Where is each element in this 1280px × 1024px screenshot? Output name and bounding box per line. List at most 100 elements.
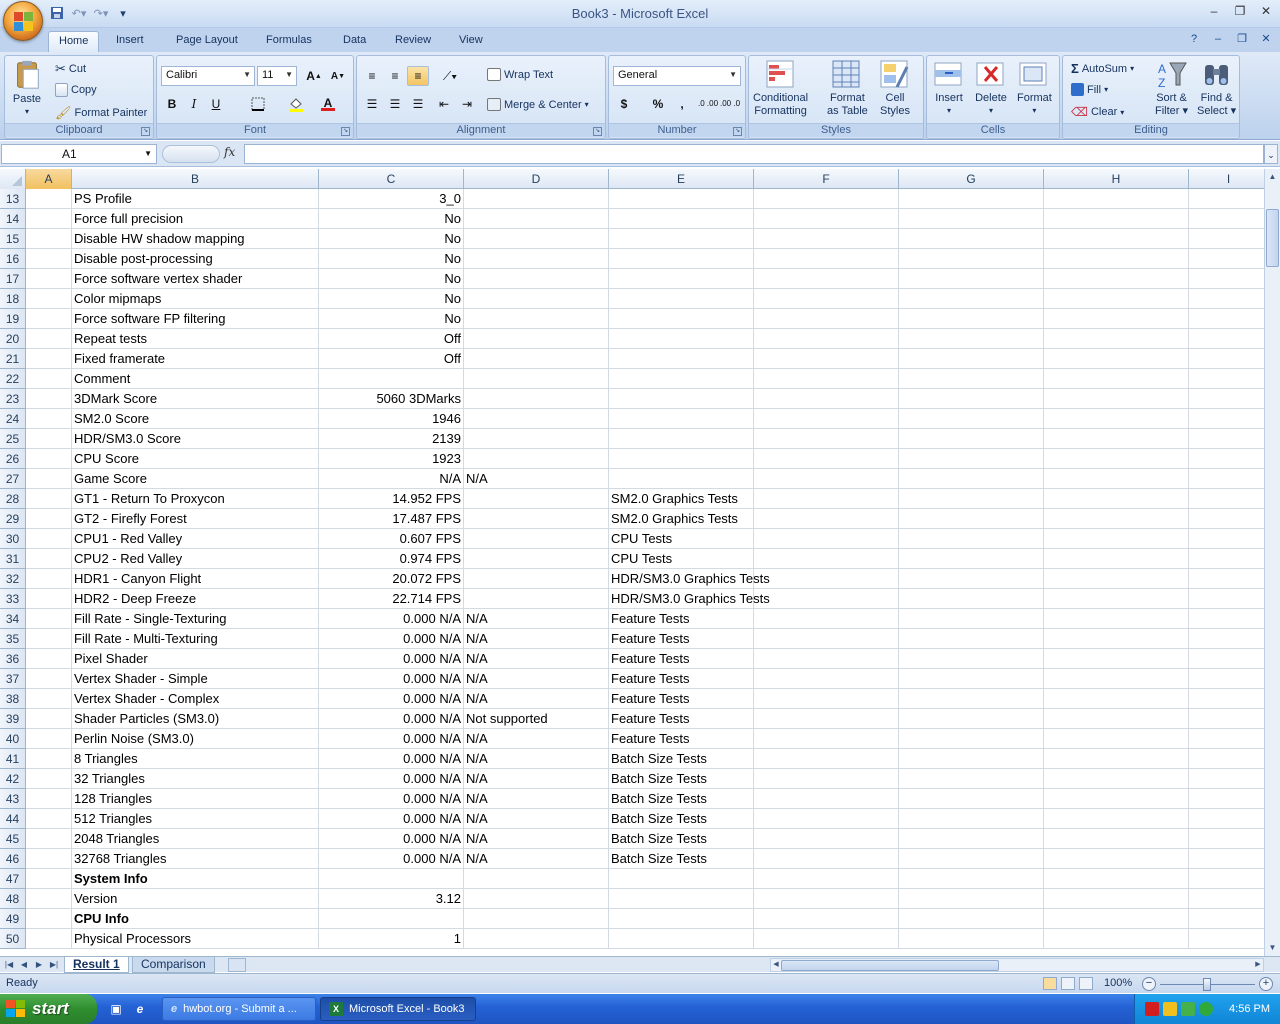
cell-f[interactable] — [754, 669, 899, 689]
sheet-tab-comparison[interactable]: Comparison — [132, 957, 215, 973]
cell-d[interactable]: N/A — [464, 609, 609, 629]
cell-a[interactable] — [26, 809, 72, 829]
row-header[interactable]: 21 — [0, 349, 26, 369]
cell-e[interactable]: Feature Tests — [609, 649, 754, 669]
cell-e[interactable]: CPU Tests — [609, 529, 754, 549]
cell-e[interactable]: Batch Size Tests — [609, 749, 754, 769]
cell-i[interactable] — [1189, 749, 1264, 769]
cell-f[interactable] — [754, 789, 899, 809]
cell-d[interactable] — [464, 529, 609, 549]
column-header-b[interactable]: B — [72, 169, 319, 189]
cell-a[interactable] — [26, 729, 72, 749]
cell-d[interactable]: N/A — [464, 849, 609, 869]
delete-cells-button[interactable]: Delete ▾ — [975, 59, 1007, 117]
cell-c[interactable]: 0.000 N/A — [319, 809, 464, 829]
cell-h[interactable] — [1044, 849, 1189, 869]
fill-color-button[interactable] — [285, 94, 307, 114]
row-header[interactable]: 28 — [0, 489, 26, 509]
cell-h[interactable] — [1044, 749, 1189, 769]
cell-a[interactable] — [26, 869, 72, 889]
cell-e[interactable] — [609, 189, 754, 209]
currency-button[interactable]: $ — [613, 94, 635, 114]
cell-i[interactable] — [1189, 429, 1264, 449]
cell-a[interactable] — [26, 629, 72, 649]
cell-b[interactable]: Comment — [72, 369, 319, 389]
cell-h[interactable] — [1044, 429, 1189, 449]
cell-i[interactable] — [1189, 809, 1264, 829]
cell-a[interactable] — [26, 649, 72, 669]
tab-insert[interactable]: Insert — [106, 31, 154, 52]
cell-d[interactable]: N/A — [464, 629, 609, 649]
cell-i[interactable] — [1189, 929, 1264, 949]
row-header[interactable]: 13 — [0, 189, 26, 209]
cell-b[interactable]: Repeat tests — [72, 329, 319, 349]
cell-c[interactable]: 1923 — [319, 449, 464, 469]
cell-c[interactable]: 0.000 N/A — [319, 769, 464, 789]
cell-h[interactable] — [1044, 509, 1189, 529]
cell-d[interactable] — [464, 409, 609, 429]
help-icon[interactable]: ? — [1186, 31, 1202, 47]
cell-d[interactable] — [464, 309, 609, 329]
cell-c[interactable]: 3.12 — [319, 889, 464, 909]
workbook-restore-icon[interactable]: ❐ — [1234, 31, 1250, 47]
cell-e[interactable]: Batch Size Tests — [609, 809, 754, 829]
cell-d[interactable] — [464, 249, 609, 269]
align-middle-button[interactable]: ≡ — [384, 66, 406, 86]
cell-h[interactable] — [1044, 709, 1189, 729]
cell-d[interactable] — [464, 269, 609, 289]
cell-e[interactable] — [609, 349, 754, 369]
cell-d[interactable] — [464, 569, 609, 589]
cell-g[interactable] — [899, 849, 1044, 869]
cell-c[interactable]: No — [319, 249, 464, 269]
column-header-h[interactable]: H — [1044, 169, 1189, 189]
sort-filter-button[interactable]: AZ Sort & Filter ▾ — [1155, 59, 1188, 117]
cell-b[interactable]: Perlin Noise (SM3.0) — [72, 729, 319, 749]
cell-e[interactable] — [609, 329, 754, 349]
insert-sheet-icon[interactable] — [228, 958, 246, 972]
cell-e[interactable]: Batch Size Tests — [609, 769, 754, 789]
cell-b[interactable]: 512 Triangles — [72, 809, 319, 829]
cell-a[interactable] — [26, 569, 72, 589]
cell-f[interactable] — [754, 709, 899, 729]
cell-c[interactable]: 1 — [319, 929, 464, 949]
cell-c[interactable]: 20.072 FPS — [319, 569, 464, 589]
cell-f[interactable] — [754, 889, 899, 909]
row-header[interactable]: 50 — [0, 929, 26, 949]
cell-c[interactable]: 1946 — [319, 409, 464, 429]
scroll-right-icon[interactable]: ▶ — [1253, 959, 1263, 971]
cell-h[interactable] — [1044, 449, 1189, 469]
cell-f[interactable] — [754, 809, 899, 829]
insert-function-icon[interactable]: fx — [224, 145, 235, 159]
cell-i[interactable] — [1189, 589, 1264, 609]
cell-g[interactable] — [899, 729, 1044, 749]
cell-h[interactable] — [1044, 389, 1189, 409]
task-excel-book3[interactable]: X Microsoft Excel - Book3 — [320, 997, 476, 1021]
cell-e[interactable] — [609, 869, 754, 889]
cell-e[interactable]: Feature Tests — [609, 629, 754, 649]
column-header-i[interactable]: I — [1189, 169, 1264, 189]
column-header-a[interactable]: A — [26, 169, 72, 189]
number-format-combo[interactable]: General ▼ — [613, 66, 741, 86]
cell-g[interactable] — [899, 689, 1044, 709]
cell-c[interactable]: No — [319, 289, 464, 309]
tab-data[interactable]: Data — [333, 31, 376, 52]
cell-e[interactable]: Feature Tests — [609, 609, 754, 629]
cell-f[interactable] — [754, 369, 899, 389]
tab-formulas[interactable]: Formulas — [256, 31, 322, 52]
cell-a[interactable] — [26, 269, 72, 289]
cell-i[interactable] — [1189, 469, 1264, 489]
cell-i[interactable] — [1189, 789, 1264, 809]
cell-f[interactable] — [754, 289, 899, 309]
cell-i[interactable] — [1189, 689, 1264, 709]
row-header[interactable]: 41 — [0, 749, 26, 769]
cell-c[interactable] — [319, 369, 464, 389]
cell-c[interactable]: 14.952 FPS — [319, 489, 464, 509]
cell-b[interactable]: Fill Rate - Single-Texturing — [72, 609, 319, 629]
cell-c[interactable]: 0.000 N/A — [319, 669, 464, 689]
cell-f[interactable] — [754, 209, 899, 229]
copy-button[interactable]: Copy — [55, 83, 97, 97]
row-header[interactable]: 36 — [0, 649, 26, 669]
cell-c[interactable]: 0.000 N/A — [319, 709, 464, 729]
cell-i[interactable] — [1189, 829, 1264, 849]
cell-a[interactable] — [26, 789, 72, 809]
